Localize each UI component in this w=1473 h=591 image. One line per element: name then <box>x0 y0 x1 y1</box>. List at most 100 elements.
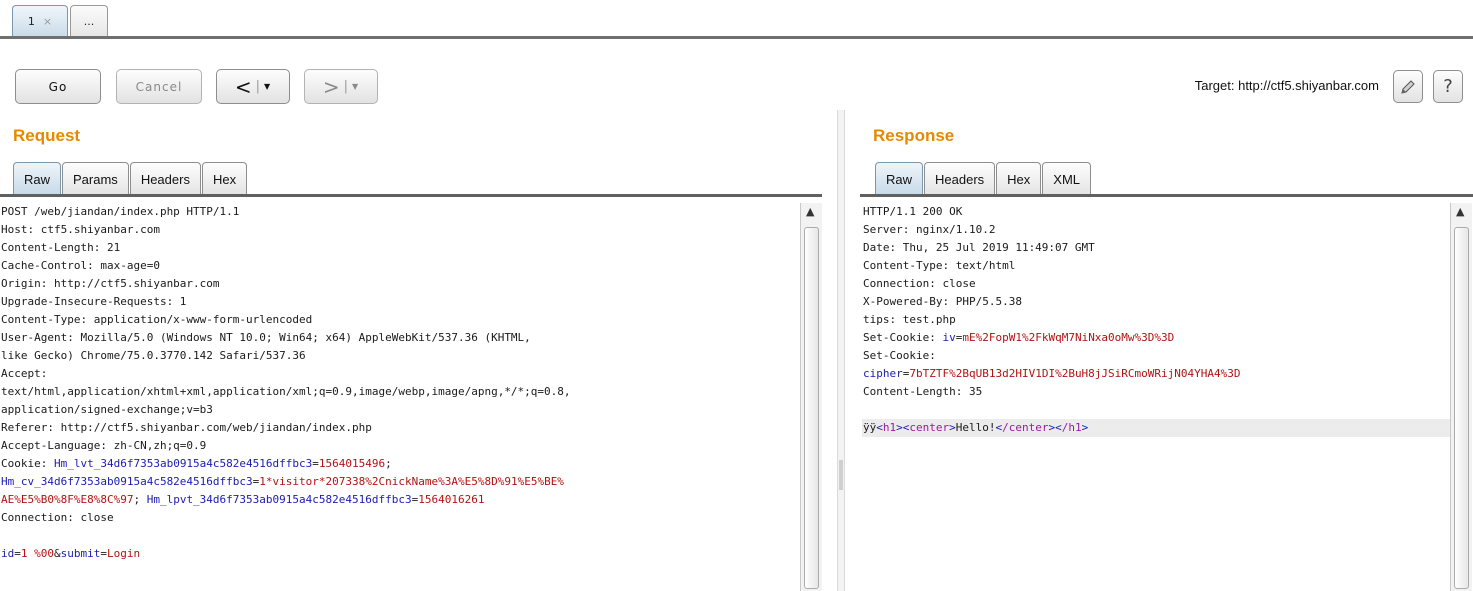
cookie-line: Hm_cv_34d6f7353ab0915a4c582e4516dffbc3=1… <box>1 475 564 488</box>
cookie-key: Hm_cv_34d6f7353ab0915a4c582e4516dffbc3 <box>1 475 253 488</box>
tab-baseline <box>860 194 1473 197</box>
panel-splitter[interactable] <box>837 110 845 591</box>
html-tag: center <box>909 421 950 434</box>
cookie-key: cipher <box>863 367 903 380</box>
scrollbar-thumb[interactable] <box>804 227 819 589</box>
cookie-value: 1564016261 <box>418 493 485 506</box>
tab-raw[interactable]: Raw <box>875 162 924 195</box>
cookie-key: Hm_lpvt_34d6f7353ab0915a4c582e4516dffbc3 <box>146 493 412 506</box>
tab-strip-divider <box>0 36 1473 39</box>
back-button[interactable]: < | ▼ <box>216 69 290 104</box>
request-line: Cache-Control: max-age=0 <box>1 259 160 272</box>
chevron-down-icon: ▼ <box>264 82 272 91</box>
response-editor[interactable]: HTTP/1.1 200 OK Server: nginx/1.10.2 Dat… <box>862 203 1452 591</box>
html-tag: h1 <box>882 421 897 434</box>
request-line: Upgrade-Insecure-Requests: 1 <box>1 295 187 308</box>
request-line: Content-Type: application/x-www-form-url… <box>1 313 313 326</box>
request-scrollbar[interactable]: ▲ <box>800 203 822 591</box>
set-cookie-line: Set-Cookie: <box>863 349 936 362</box>
request-line: User-Agent: Mozilla/5.0 (Windows NT 10.0… <box>1 331 531 344</box>
response-line: Date: Thu, 25 Jul 2019 11:49:07 GMT <box>863 241 1095 254</box>
response-panel: Response Raw Headers Hex XML HTTP/1.1 20… <box>860 110 1473 591</box>
request-panel: Request Raw Params Headers Hex POST /web… <box>0 110 822 591</box>
repeater-tab-strip: 1 × ... <box>0 0 1473 40</box>
request-line: like Gecko) Chrome/75.0.3770.142 Safari/… <box>1 349 306 362</box>
response-view-tabs: Raw Headers Hex XML <box>875 162 1092 195</box>
response-line: tips: test.php <box>863 313 956 326</box>
request-line: Content-Length: 21 <box>1 241 121 254</box>
request-title: Request <box>13 126 81 145</box>
response-line: HTTP/1.1 200 OK <box>863 205 963 218</box>
response-line: Server: nginx/1.10.2 <box>863 223 996 236</box>
cookie-line: Cookie: Hm_lvt_34d6f7353ab0915a4c582e451… <box>1 457 392 470</box>
tab-headers[interactable]: Headers <box>924 162 996 195</box>
request-line: text/html,application/xhtml+xml,applicat… <box>1 385 571 398</box>
tab-baseline <box>0 194 822 197</box>
scroll-up-icon[interactable]: ▲ <box>806 205 814 218</box>
forward-button[interactable]: > | ▼ <box>304 69 378 104</box>
chevron-right-icon: > <box>322 74 341 99</box>
new-tab-button[interactable]: ... <box>70 5 108 37</box>
pencil-icon <box>1401 79 1415 94</box>
request-line: Origin: http://ctf5.shiyanbar.com <box>1 277 220 290</box>
html-tag: /h1 <box>1061 421 1082 434</box>
cookie-key: iv <box>942 331 956 344</box>
repeater-tab-1[interactable]: 1 × <box>12 5 68 37</box>
cookie-value: 1*visitor*207338%2CnickName%3A%E5%8D%91%… <box>259 475 564 488</box>
separator: | <box>343 79 349 94</box>
cancel-button[interactable]: Cancel <box>116 69 202 104</box>
scrollbar-thumb[interactable] <box>1454 227 1469 589</box>
tab-headers[interactable]: Headers <box>129 162 201 195</box>
request-body-line: id=1 %00&submit=Login <box>1 547 141 560</box>
set-cookie-value-line: cipher=7bTZTF%2BqUB13d2HIV1DI%2BuH8jJSiR… <box>863 367 1241 380</box>
cookie-key: Hm_lvt_34d6f7353ab0915a4c582e4516dffbc3 <box>53 457 313 470</box>
response-line: X-Powered-By: PHP/5.5.38 <box>863 295 1022 308</box>
tab-params[interactable]: Params <box>62 162 129 195</box>
tab-raw[interactable]: Raw <box>13 162 62 195</box>
tab-hex[interactable]: Hex <box>996 162 1042 195</box>
cookie-value: AE%E5%B0%8F%E8%8C%97 <box>1 493 134 506</box>
new-tab-label: ... <box>83 15 95 28</box>
cookie-value: 7bTZTF%2BqUB13d2HIV1DI%2BuH8jJSiRCmoWRij… <box>909 367 1241 380</box>
scroll-up-icon[interactable]: ▲ <box>1456 205 1464 218</box>
cookie-value: mE%2FopW1%2FkWqM7NiNxa0oMw%3D%3D <box>962 331 1175 344</box>
request-line: Host: ctf5.shiyanbar.com <box>1 223 160 236</box>
response-line: Content-Length: 35 <box>863 385 983 398</box>
request-view-tabs: Raw Params Headers Hex <box>13 162 248 195</box>
binary-prefix: ÿÿ <box>863 421 877 434</box>
request-line: POST /web/jiandan/index.php HTTP/1.1 <box>1 205 240 218</box>
request-line: Referer: http://ctf5.shiyanbar.com/web/j… <box>1 421 372 434</box>
html-tag: /center <box>1002 421 1049 434</box>
request-line: Accept: <box>1 367 48 380</box>
cookie-header-label: Cookie: <box>1 457 54 470</box>
tab-xml[interactable]: XML <box>1042 162 1092 195</box>
chevron-down-icon: ▼ <box>352 82 360 91</box>
help-button[interactable]: ? <box>1433 70 1463 103</box>
cookie-line: AE%E5%B0%8F%E8%8C%97; Hm_lpvt_34d6f7353a… <box>1 493 485 506</box>
param-key: id <box>1 547 15 560</box>
param-value: 1 %00 <box>20 547 54 560</box>
splitter-grip[interactable] <box>839 460 843 490</box>
response-scrollbar[interactable]: ▲ <box>1450 203 1472 591</box>
request-line: application/signed-exchange;v=b3 <box>1 403 213 416</box>
param-value: Login <box>107 547 141 560</box>
close-icon[interactable]: × <box>43 15 52 28</box>
html-text: Hello! <box>955 421 996 434</box>
request-line: Connection: close <box>1 511 114 524</box>
response-line: Connection: close <box>863 277 976 290</box>
go-button[interactable]: Go <box>15 69 101 104</box>
param-key: submit <box>60 547 101 560</box>
tab-hex[interactable]: Hex <box>201 162 248 195</box>
separator: | <box>255 79 261 94</box>
set-cookie-label: Set-Cookie: <box>863 331 943 344</box>
request-editor[interactable]: POST /web/jiandan/index.php HTTP/1.1 Hos… <box>0 203 800 591</box>
edit-target-button[interactable] <box>1393 70 1423 103</box>
target-label: Target: http://ctf5.shiyanbar.com <box>1194 78 1379 93</box>
response-line: Content-Type: text/html <box>863 259 1016 272</box>
response-title: Response <box>873 126 955 145</box>
request-line: Accept-Language: zh-CN,zh;q=0.9 <box>1 439 207 452</box>
set-cookie-line: Set-Cookie: iv=mE%2FopW1%2FkWqM7NiNxa0oM… <box>863 331 1175 344</box>
repeater-tab-1-label: 1 <box>27 15 35 28</box>
